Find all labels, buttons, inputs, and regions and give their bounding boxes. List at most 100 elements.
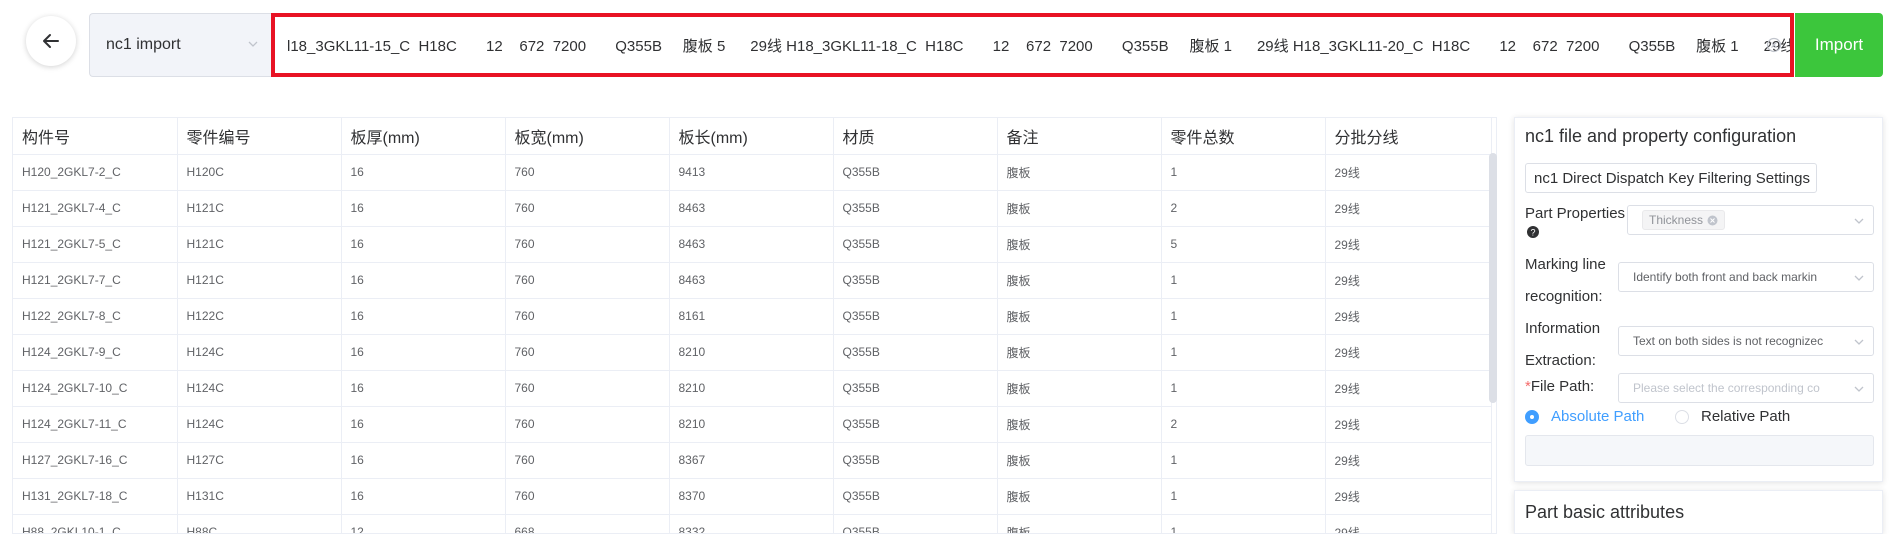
table-row[interactable]: H124_2GKL7-9_C H124C 16 760 8210 Q355B 腹板 1 29线 <box>13 334 1492 371</box>
table-cell: H121_2GKL7-5_C <box>13 226 178 263</box>
table-row[interactable]: H127_2GKL7-16_C H127C 16 760 8367 Q355B 腹板 1 29线 <box>13 442 1492 479</box>
table-cell: H121C <box>177 226 342 263</box>
file-path-placeholder: Please select the corresponding co <box>1633 381 1820 395</box>
table-cell: 16 <box>341 190 506 227</box>
table-row[interactable]: H120_2GKL7-2_C H120C 16 760 9413 Q355B 腹板 1 29线 <box>13 154 1492 191</box>
table-row[interactable]: H88_2GKL10-1_C H88C 12 668 8332 Q355B 腹板 1 29线 <box>13 514 1492 533</box>
thickness-tag: Thickness <box>1642 210 1726 230</box>
table-cell: 29线 <box>1325 334 1492 371</box>
table-row[interactable]: H121_2GKL7-4_C H121C 16 760 8463 Q355B 腹板 2 29线 <box>13 190 1492 227</box>
part-properties-label: Part Properties <box>1525 205 1626 222</box>
header-cell[interactable]: 零件总数 <box>1161 118 1326 155</box>
table-cell: 腹板 <box>997 298 1162 335</box>
table-cell: H124_2GKL7-10_C <box>13 370 178 407</box>
table-cell: 8161 <box>669 298 834 335</box>
back-button[interactable] <box>26 16 76 66</box>
table-cell: 16 <box>341 442 506 479</box>
table-cell: 8367 <box>669 442 834 479</box>
header-cell[interactable]: 板厚(mm) <box>341 118 506 155</box>
table-cell: Q355B <box>833 442 998 479</box>
clear-icon[interactable] <box>1766 37 1782 53</box>
marking-line-value: Identify both front and back markin <box>1633 270 1818 284</box>
part-properties-select[interactable]: Thickness <box>1627 205 1874 235</box>
table-cell: 29线 <box>1325 406 1492 443</box>
help-icon[interactable]: ? <box>1527 226 1539 238</box>
table-cell: 1 <box>1161 154 1326 191</box>
import-text-input[interactable]: l18_3GKL11-15_C H18C 12 672 7200 Q355B 腹… <box>271 13 1794 77</box>
header-cell[interactable]: 零件编号 <box>177 118 342 155</box>
table-cell: 8332 <box>669 514 834 533</box>
header-cell[interactable]: 板宽(mm) <box>505 118 670 155</box>
table-cell: 760 <box>505 442 670 479</box>
table-cell: H121C <box>177 190 342 227</box>
config-panel-title: nc1 file and property configuration <box>1525 126 1797 146</box>
table-row[interactable]: H131_2GKL7-18_C H131C 16 760 8370 Q355B 腹板 1 29线 <box>13 478 1492 515</box>
table-cell: 8210 <box>669 370 834 407</box>
table-cell: H121_2GKL7-4_C <box>13 190 178 227</box>
table-cell: 8210 <box>669 334 834 371</box>
table-cell: 29线 <box>1325 226 1492 263</box>
info-extraction-select[interactable]: Text on both sides is not recognizec <box>1618 326 1874 356</box>
table-cell: H88_2GKL10-1_C <box>13 514 178 533</box>
table-cell: H124C <box>177 370 342 407</box>
table-cell: 5 <box>1161 226 1326 263</box>
key-filter-button[interactable]: nc1 Direct Dispatch Key Filtering Settin… <box>1525 163 1817 193</box>
header-cell[interactable]: 备注 <box>997 118 1162 155</box>
table-cell: Q355B <box>833 298 998 335</box>
table-cell: 腹板 <box>997 226 1162 263</box>
arrow-left-icon <box>43 34 59 48</box>
table-cell: H124C <box>177 334 342 371</box>
info-extraction-value: Text on both sides is not recognizec <box>1633 334 1824 348</box>
table-cell: 1 <box>1161 334 1326 371</box>
header-cell[interactable]: 材质 <box>833 118 998 155</box>
table-cell: 16 <box>341 334 506 371</box>
table-cell: 腹板 <box>997 190 1162 227</box>
table-cell: 16 <box>341 370 506 407</box>
radio-unchecked-icon <box>1675 409 1689 424</box>
file-path-select[interactable]: Please select the corresponding co <box>1618 373 1874 403</box>
table-cell: 8210 <box>669 406 834 443</box>
chevron-down-icon <box>1854 386 1864 392</box>
table-cell: Q355B <box>833 262 998 299</box>
table-cell: 12 <box>341 514 506 533</box>
table-row[interactable]: H124_2GKL7-10_C H124C 16 760 8210 Q355B 腹板 1 29线 <box>13 370 1492 407</box>
table-cell: 760 <box>505 334 670 371</box>
header-cell[interactable]: 构件号 <box>13 118 178 155</box>
table-cell: Q355B <box>833 334 998 371</box>
table-cell: 760 <box>505 262 670 299</box>
table-row[interactable]: H121_2GKL7-5_C H121C 16 760 8463 Q355B 腹板 5 29线 <box>13 226 1492 263</box>
chevron-down-icon <box>248 41 258 47</box>
table-cell: Q355B <box>833 478 998 515</box>
table-row[interactable]: H122_2GKL7-8_C H122C 16 760 8161 Q355B 腹板 1 29线 <box>13 298 1492 335</box>
table-cell: Q355B <box>833 370 998 407</box>
table-cell: 1 <box>1161 442 1326 479</box>
path-display-field[interactable] <box>1525 435 1874 466</box>
tag-close-icon[interactable] <box>1707 215 1718 226</box>
table-cell: 16 <box>341 478 506 515</box>
table-cell: H124C <box>177 406 342 443</box>
table-cell: 16 <box>341 298 506 335</box>
import-button[interactable]: Import <box>1795 13 1883 77</box>
import-type-value: nc1 import <box>106 36 181 53</box>
svg-text:?: ? <box>1530 228 1535 238</box>
table-cell: 760 <box>505 226 670 263</box>
table-cell: 腹板 <box>997 442 1162 479</box>
table-cell: 16 <box>341 154 506 191</box>
table-cell: H127C <box>177 442 342 479</box>
import-type-select[interactable]: nc1 import <box>89 13 271 77</box>
marking-line-select[interactable]: Identify both front and back markin <box>1618 262 1874 292</box>
table-cell: 1 <box>1161 514 1326 533</box>
relative-path-radio[interactable]: Relative Path <box>1675 408 1790 425</box>
table-cell: 8370 <box>669 478 834 515</box>
table-cell: 1 <box>1161 262 1326 299</box>
table-scrollbar[interactable] <box>1489 153 1497 403</box>
table-cell: 29线 <box>1325 262 1492 299</box>
table-row[interactable]: H121_2GKL7-7_C H121C 16 760 8463 Q355B 腹板 1 29线 <box>13 262 1492 299</box>
header-cell[interactable]: 板长(mm) <box>669 118 834 155</box>
marking-line-label: Marking line recognition: <box>1525 256 1606 305</box>
header-cell[interactable]: 分批分线 <box>1325 118 1492 155</box>
table-cell: 9413 <box>669 154 834 191</box>
table-cell: 8463 <box>669 190 834 227</box>
table-row[interactable]: H124_2GKL7-11_C H124C 16 760 8210 Q355B 腹板 2 29线 <box>13 406 1492 443</box>
absolute-path-radio[interactable]: Absolute Path <box>1525 408 1644 425</box>
